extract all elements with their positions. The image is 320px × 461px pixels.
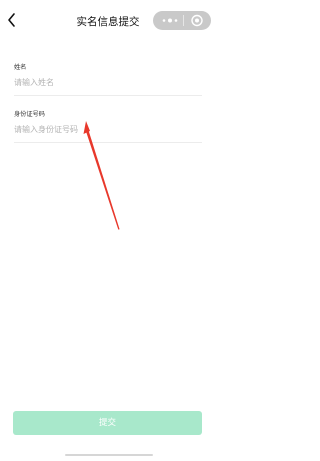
- submit-button[interactable]: 提交: [13, 411, 202, 435]
- red-pointer-arrow-annotation: [83, 121, 120, 230]
- home-indicator: [65, 454, 153, 456]
- arrow-shaft: [86, 131, 120, 230]
